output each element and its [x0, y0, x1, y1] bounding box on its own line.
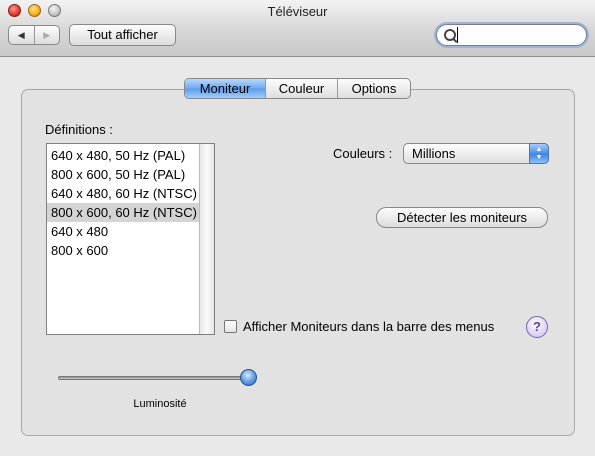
resolutions-label: Définitions : [45, 122, 113, 137]
colors-popup[interactable]: Millions ▲ ▼ [403, 143, 549, 164]
brightness-slider-knob[interactable] [240, 369, 257, 386]
tab-options[interactable]: Options [337, 79, 410, 98]
list-item[interactable]: 640 x 480 [47, 222, 201, 241]
title-bar: Téléviseur ◀ ▶ Tout afficher [0, 0, 595, 57]
tab-bar: Moniteur Couleur Options [184, 78, 411, 99]
list-item-selected[interactable]: 800 x 600, 60 Hz (NTSC) [47, 203, 201, 222]
help-button[interactable]: ? [526, 316, 548, 338]
list-item[interactable]: 800 x 600 [47, 241, 201, 260]
detect-displays-button[interactable]: Détecter les moniteurs [376, 207, 548, 228]
resolutions-list[interactable]: 640 x 480, 50 Hz (PAL) 800 x 600, 50 Hz … [46, 143, 215, 335]
tab-couleur[interactable]: Couleur [265, 79, 337, 98]
forward-arrow-icon[interactable]: ▶ [33, 26, 60, 44]
colors-value: Millions [412, 146, 456, 161]
show-in-menu-bar-label[interactable]: Afficher Moniteurs dans la barre des men… [243, 319, 494, 334]
list-item[interactable]: 640 x 480, 50 Hz (PAL) [47, 146, 201, 165]
search-icon [444, 29, 456, 41]
up-down-arrows-icon: ▲ ▼ [529, 143, 549, 164]
tab-moniteur[interactable]: Moniteur [185, 79, 265, 98]
window-title: Téléviseur [267, 4, 328, 19]
list-item[interactable]: 800 x 600, 50 Hz (PAL) [47, 165, 201, 184]
show-in-menu-bar-checkbox[interactable] [224, 320, 237, 333]
brightness-label: Luminosité [133, 398, 187, 410]
brightness-slider-track[interactable] [58, 376, 255, 380]
back-forward-control: ◀ ▶ [8, 25, 60, 45]
back-arrow-icon[interactable]: ◀ [9, 26, 34, 44]
search-input[interactable] [457, 27, 580, 43]
show-all-button[interactable]: Tout afficher [69, 24, 176, 46]
list-item[interactable]: 640 x 480, 60 Hz (NTSC) [47, 184, 201, 203]
search-field[interactable] [436, 24, 587, 46]
colors-label: Couleurs : [333, 146, 393, 161]
list-scrollbar[interactable] [199, 144, 214, 334]
